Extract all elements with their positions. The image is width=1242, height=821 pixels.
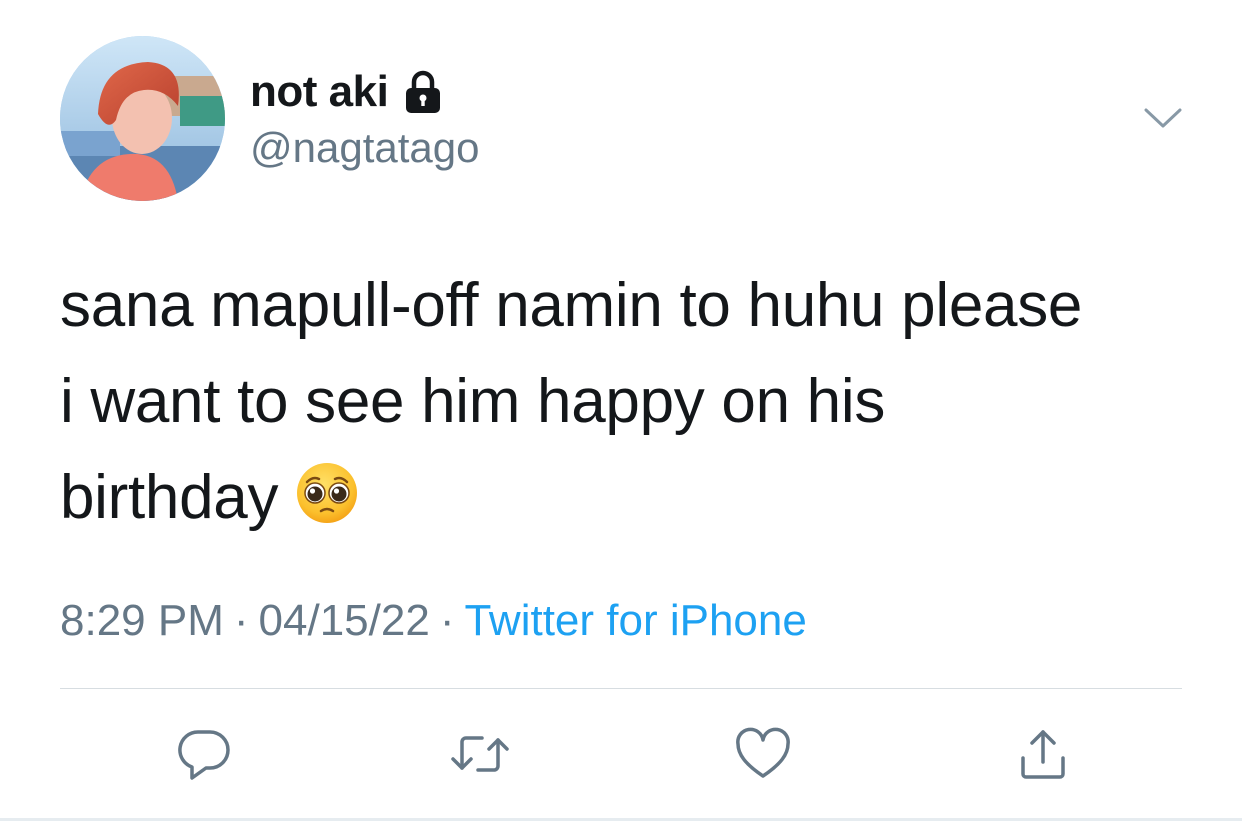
reply-icon (178, 730, 230, 780)
tweet-detail: not aki @nagtatago sana mapull-off namin… (0, 0, 1242, 821)
tweet-text-line-last: birthday (60, 450, 1210, 546)
tweet-meta: 8:29 PM · 04/15/22 · Twitter for iPhone (60, 596, 807, 646)
tweet-text: sana mapull-off namin to huhu please i w… (60, 258, 1210, 546)
pleading-face-emoji (294, 458, 360, 524)
chevron-down-icon (1144, 108, 1182, 128)
retweet-icon (451, 736, 509, 772)
share-icon (1021, 730, 1065, 779)
display-name[interactable]: not aki (250, 67, 389, 117)
tweet-text-fragment: birthday (60, 463, 279, 532)
tweet-text-line: i want to see him happy on his (60, 367, 886, 436)
divider (60, 688, 1182, 689)
reply-button[interactable] (172, 722, 236, 786)
tweet-time[interactable]: 8:29 PM (60, 596, 224, 645)
display-name-row[interactable]: not aki (250, 66, 446, 118)
like-button[interactable] (731, 722, 795, 786)
share-button[interactable] (1011, 722, 1075, 786)
more-options-button[interactable] (1140, 100, 1186, 136)
meta-separator: · (439, 596, 455, 645)
tweet-text-line: sana mapull-off namin to huhu please (60, 271, 1083, 340)
lock-icon (400, 69, 446, 115)
avatar[interactable] (60, 36, 225, 201)
user-handle[interactable]: @nagtatago (250, 124, 479, 172)
meta-separator: · (233, 596, 249, 645)
tweet-source-link[interactable]: Twitter for iPhone (464, 596, 806, 645)
avatar-image (60, 36, 225, 201)
retweet-button[interactable] (448, 722, 512, 786)
tweet-actions (0, 722, 1242, 786)
tweet-date[interactable]: 04/15/22 (259, 596, 430, 645)
heart-icon (736, 727, 790, 778)
